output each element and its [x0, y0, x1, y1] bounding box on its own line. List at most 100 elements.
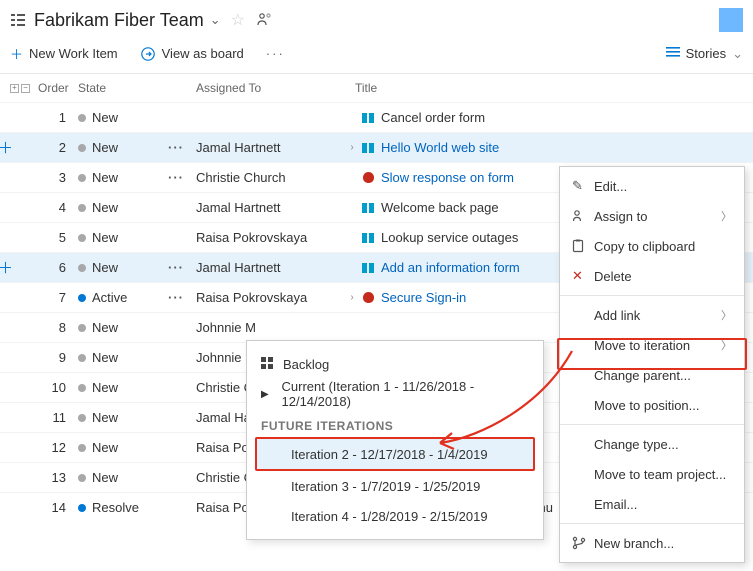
table-row[interactable]: ＋1NewCancel order form	[0, 102, 753, 132]
state-dot-icon	[78, 384, 86, 392]
table-row[interactable]: ＋2New···Jamal Hartnett›Hello World web s…	[0, 132, 753, 162]
person-icon	[572, 209, 594, 223]
submenu-backlog-label: Backlog	[283, 357, 329, 372]
chevron-right-icon: 〉	[721, 208, 732, 224]
row-title[interactable]: Hello World web site	[381, 140, 753, 155]
team-name[interactable]: Fabrikam Fiber Team	[34, 10, 204, 31]
row-state: New	[78, 170, 168, 185]
row-order: 13	[38, 470, 78, 485]
add-child-plus-icon[interactable]: ＋	[0, 257, 13, 278]
submenu-current[interactable]: ▶ Current (Iteration 1 - 11/26/2018 - 12…	[247, 379, 543, 409]
row-order: 1	[38, 110, 78, 125]
toolbar: ＋ New Work Item View as board ··· Storie…	[0, 40, 753, 74]
team-dropdown-chevron-icon[interactable]: ⌄	[210, 12, 221, 28]
state-dot-icon	[78, 174, 86, 182]
row-state: New	[78, 140, 168, 155]
ctx-assign-to[interactable]: Assign to〉	[560, 201, 744, 231]
toolbar-more-button[interactable]: ···	[266, 46, 285, 61]
submenu-iteration-4-label: Iteration 4 - 1/28/2019 - 2/15/2019	[291, 509, 488, 524]
view-as-board-label: View as board	[162, 46, 244, 61]
submenu-iteration-2[interactable]: Iteration 2 - 12/17/2018 - 1/4/2019	[257, 439, 533, 469]
row-state: New	[78, 440, 168, 455]
row-state: Resolve	[78, 500, 168, 515]
submenu-current-label: Current (Iteration 1 - 11/26/2018 - 12/1…	[282, 379, 530, 409]
view-as-board-button[interactable]: View as board	[140, 46, 244, 62]
pbi-icon	[359, 203, 377, 213]
chevron-right-icon: 〉	[721, 307, 732, 323]
chevron-right-icon: 〉	[721, 337, 732, 353]
row-state: Active	[78, 290, 168, 305]
expand-collapse-controls[interactable]: +−	[10, 84, 38, 93]
header-title[interactable]: Title	[345, 81, 753, 95]
row-actions-button[interactable]: ···	[168, 290, 196, 305]
team-settings-icon[interactable]	[257, 12, 273, 29]
delete-x-icon: ✕	[572, 268, 594, 284]
page-header: Fabrikam Fiber Team ⌄ ☆	[0, 0, 753, 40]
ctx-change-type[interactable]: Change type...	[560, 429, 744, 459]
row-state: New	[78, 260, 168, 275]
backlog-icon	[10, 12, 26, 28]
header-order[interactable]: Order	[38, 81, 78, 95]
caret-right-icon: ▶	[261, 389, 282, 400]
pbi-icon	[359, 263, 377, 273]
ctx-new-branch[interactable]: New branch...	[560, 528, 744, 558]
ctx-add-link[interactable]: Add link〉	[560, 300, 744, 330]
row-title: Cancel order form	[381, 110, 753, 125]
submenu-backlog[interactable]: Backlog	[247, 349, 543, 379]
row-state: New	[78, 350, 168, 365]
pencil-icon: ✎	[572, 178, 594, 194]
ctx-change-parent[interactable]: Change parent...	[560, 360, 744, 390]
row-order: 12	[38, 440, 78, 455]
backlog-grid-icon	[261, 357, 283, 372]
row-state: New	[78, 320, 168, 335]
new-work-item-label: New Work Item	[29, 46, 118, 61]
chevron-down-icon: ⌄	[732, 46, 743, 62]
ctx-email[interactable]: Email...	[560, 489, 744, 519]
ctx-edit[interactable]: ✎Edit...	[560, 171, 744, 201]
header-state[interactable]: State	[78, 81, 168, 95]
ctx-move-to-position[interactable]: Move to position...	[560, 390, 744, 420]
state-dot-icon	[78, 234, 86, 242]
ctx-move-to-iteration[interactable]: Move to iteration〉	[560, 330, 744, 360]
user-avatar[interactable]	[719, 8, 743, 32]
row-order: 4	[38, 200, 78, 215]
branch-icon	[572, 536, 594, 550]
row-assigned: Jamal Hartnett	[196, 200, 345, 215]
submenu-iteration-3-label: Iteration 3 - 1/7/2019 - 1/25/2019	[291, 479, 480, 494]
header-assigned[interactable]: Assigned To	[168, 81, 345, 95]
row-order: 5	[38, 230, 78, 245]
row-actions-button[interactable]: ···	[168, 140, 196, 155]
expand-caret-icon[interactable]: ›	[345, 292, 359, 303]
state-dot-icon	[78, 294, 86, 302]
pbi-icon	[359, 143, 377, 153]
clipboard-icon	[572, 239, 594, 253]
backlog-level-dropdown[interactable]: Stories ⌄	[666, 46, 743, 62]
row-order: 6	[38, 260, 78, 275]
list-icon	[666, 46, 680, 61]
row-assigned: Johnnie M	[196, 320, 345, 335]
expand-caret-icon[interactable]: ›	[345, 142, 359, 153]
bug-icon	[359, 292, 377, 303]
row-state: New	[78, 200, 168, 215]
submenu-iteration-4[interactable]: Iteration 4 - 1/28/2019 - 2/15/2019	[247, 501, 543, 531]
ctx-move-to-team-project[interactable]: Move to team project...	[560, 459, 744, 489]
row-assigned: Raisa Pokrovskaya	[196, 290, 345, 305]
state-dot-icon	[78, 114, 86, 122]
row-state: New	[78, 380, 168, 395]
row-assigned: Raisa Pokrovskaya	[196, 230, 345, 245]
submenu-iteration-3[interactable]: Iteration 3 - 1/7/2019 - 1/25/2019	[247, 471, 543, 501]
row-actions-button[interactable]: ···	[168, 170, 196, 185]
ctx-delete[interactable]: ✕Delete	[560, 261, 744, 291]
state-dot-icon	[78, 414, 86, 422]
row-state: New	[78, 470, 168, 485]
row-actions-button[interactable]: ···	[168, 260, 196, 275]
favorite-star-icon[interactable]: ☆	[231, 10, 245, 30]
plus-icon: ＋	[10, 44, 23, 63]
state-dot-icon	[78, 324, 86, 332]
state-dot-icon	[78, 354, 86, 362]
bug-icon	[359, 172, 377, 183]
add-child-plus-icon[interactable]: ＋	[0, 137, 13, 158]
iteration-submenu: Backlog ▶ Current (Iteration 1 - 11/26/2…	[246, 340, 544, 540]
new-work-item-button[interactable]: ＋ New Work Item	[10, 44, 118, 63]
ctx-copy-clipboard[interactable]: Copy to clipboard	[560, 231, 744, 261]
